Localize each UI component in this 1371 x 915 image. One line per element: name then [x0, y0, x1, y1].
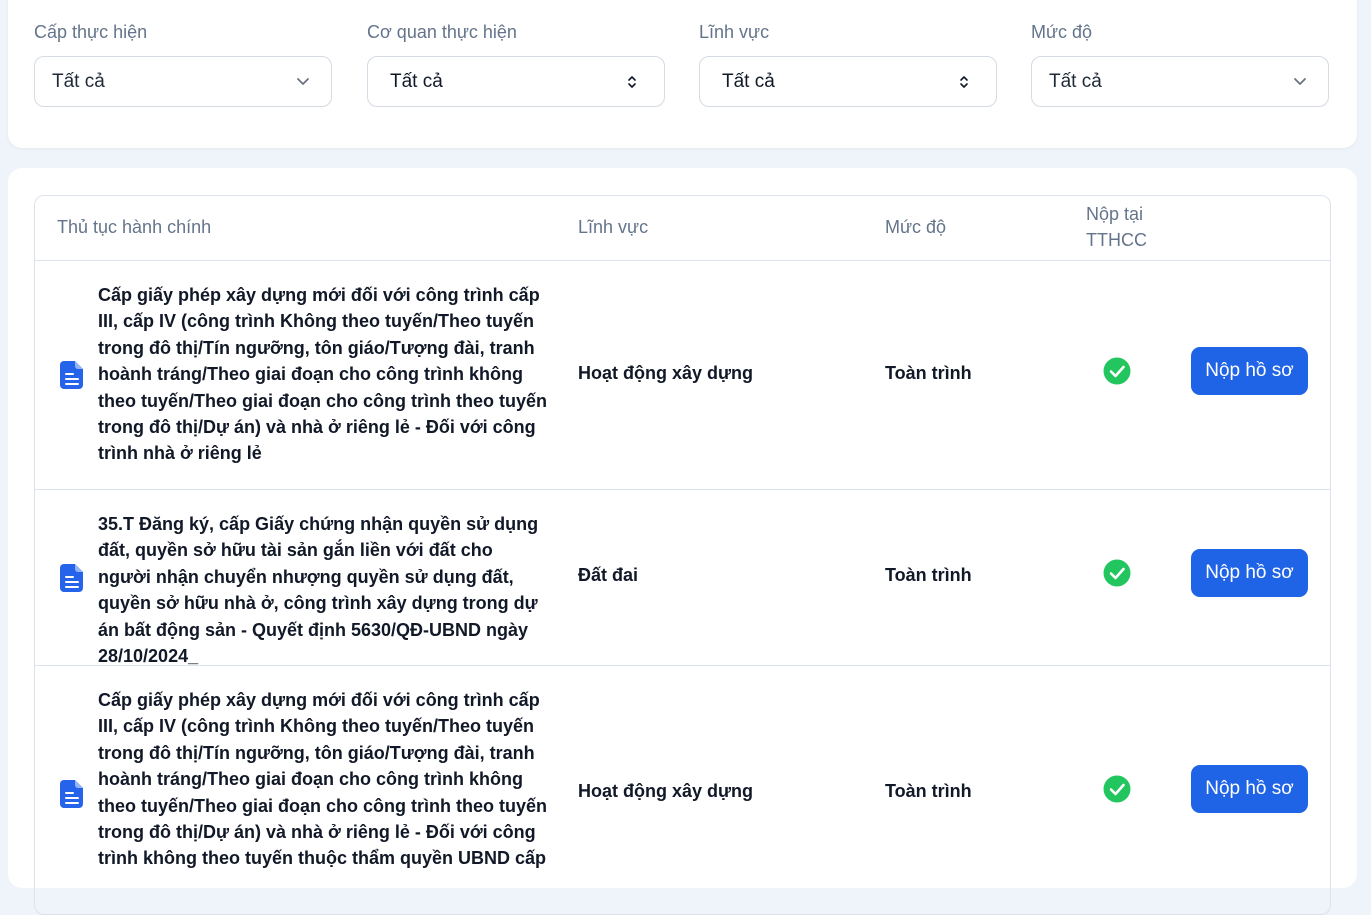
header-submit-at-line1: Nộp tại — [1086, 204, 1144, 224]
document-icon — [60, 780, 83, 808]
procedure-name[interactable]: Cấp giấy phép xây dựng mới đối với công … — [98, 687, 548, 872]
select-value: Tất cả — [52, 71, 105, 92]
filter-label: Mức độ — [1031, 22, 1093, 42]
select-value: Tất cả — [390, 71, 443, 92]
co-quan-thuc-hien-select[interactable]: Tất cả — [367, 56, 665, 107]
table-row: Cấp giấy phép xây dựng mới đối với công … — [35, 666, 1330, 914]
header-level: Mức độ — [885, 217, 947, 237]
select-value: Tất cả — [1049, 71, 1102, 92]
chevron-down-icon — [297, 78, 309, 85]
check-circle-icon — [1103, 357, 1131, 385]
filter-label: Lĩnh vực — [699, 22, 770, 42]
muc-do-select[interactable]: Tất cả — [1031, 56, 1329, 107]
table-row: Cấp giấy phép xây dựng mới đối với công … — [35, 261, 1330, 490]
level-cell: Toàn trình — [885, 565, 972, 585]
document-icon — [60, 564, 83, 592]
level-cell: Toàn trình — [885, 363, 972, 383]
header-field: Lĩnh vực — [578, 217, 649, 237]
header-procedure: Thủ tục hành chính — [57, 217, 212, 237]
linh-vuc-select[interactable]: Tất cả — [699, 56, 997, 107]
procedure-table: Thủ tục hành chính Lĩnh vực Mức độ Nộp t… — [34, 195, 1331, 915]
procedure-name[interactable]: 35.T Đăng ký, cấp Giấy chứng nhận quyền … — [98, 511, 548, 669]
check-circle-icon — [1103, 775, 1131, 803]
cap-thuc-hien-select[interactable]: Tất cả — [34, 56, 332, 107]
field-cell: Hoạt động xây dựng — [578, 781, 754, 801]
procedure-name[interactable]: Cấp giấy phép xây dựng mới đối với công … — [98, 282, 548, 467]
chevron-down-icon — [1294, 78, 1306, 85]
select-value: Tất cả — [722, 71, 775, 92]
chevron-up-down-icon — [960, 76, 968, 88]
header-submit-at-line2: TTHCC — [1086, 230, 1147, 250]
filter-panel: Cấp thực hiện Tất cả Cơ quan thực hiện T… — [8, 0, 1357, 148]
level-cell: Toàn trình — [885, 781, 972, 801]
submit-application-button[interactable]: Nộp hồ sơ — [1191, 347, 1308, 395]
check-circle-icon — [1103, 559, 1131, 587]
field-cell: Đất đai — [578, 565, 639, 585]
submit-application-button[interactable]: Nộp hồ sơ — [1191, 549, 1308, 597]
chevron-up-down-icon — [628, 76, 636, 88]
filter-label: Cơ quan thực hiện — [367, 22, 517, 42]
field-cell: Hoạt động xây dựng — [578, 363, 754, 383]
procedure-table-card: Thủ tục hành chính Lĩnh vực Mức độ Nộp t… — [8, 168, 1357, 915]
submit-application-button[interactable]: Nộp hồ sơ — [1191, 765, 1308, 813]
document-icon — [60, 361, 83, 389]
filter-label: Cấp thực hiện — [34, 22, 148, 42]
table-row: 35.T Đăng ký, cấp Giấy chứng nhận quyền … — [35, 490, 1330, 666]
